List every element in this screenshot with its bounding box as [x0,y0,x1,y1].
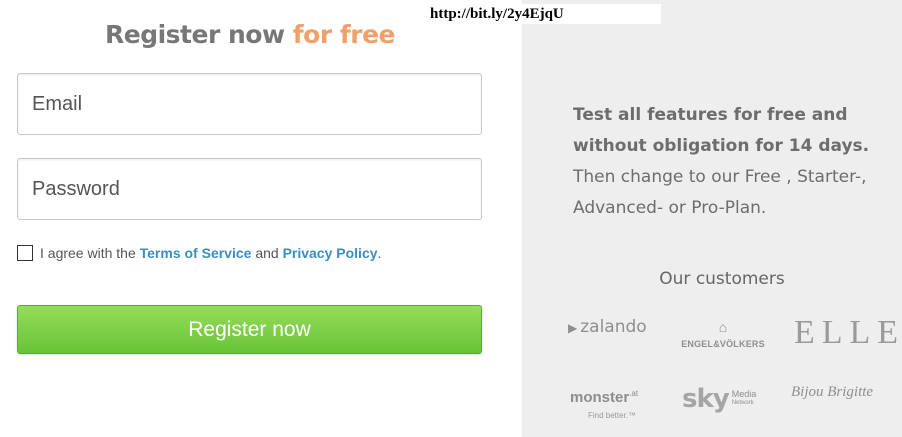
terms-of-service-link[interactable]: Terms of Service [140,245,252,261]
promo-line-4: Advanced- or Pro-Plan. [573,198,767,218]
monster-suffix: .at [629,389,639,398]
sky-logo-text: sky [682,384,730,414]
sky-media-logo: sky Media Network [682,384,756,414]
zalando-flag-icon: ▶ [568,321,578,335]
promo-line-2: without obligation for 14 days. [573,136,870,156]
register-now-button[interactable]: Register now [17,305,482,354]
agree-prefix: I agree with the [40,245,136,261]
sky-media-label: Media Network [732,390,757,408]
house-icon: ⌂ [718,319,728,335]
customers-title: Our customers [659,269,785,289]
form-title: Register now for free [0,20,500,49]
privacy-policy-link[interactable]: Privacy Policy [283,245,378,261]
email-field[interactable] [17,73,482,135]
sky-network-text: Network [731,400,754,406]
elle-logo: ELLE [794,314,902,351]
zalando-logo: ▶ zalando [568,317,647,337]
promo-panel-top-right [661,0,902,24]
promo-text: Test all features for free and without o… [573,100,893,224]
title-accent: for free [292,20,396,49]
monster-logo: monster.at Find better.™ [570,386,638,423]
title-main: Register now [105,20,285,49]
engel-voelkers-logo: ⌂ ENGEL&VÖLKERS [680,320,766,352]
monster-tagline: Find better.™ [588,411,637,420]
zalando-logo-text: zalando [580,317,647,337]
password-field[interactable] [17,158,482,220]
terms-checkbox[interactable] [17,245,33,261]
bijou-brigitte-logo: Bijou Brigitte [791,384,874,400]
terms-agreement: I agree with the Terms of Service and Pr… [17,245,381,261]
sky-media-text: Media [731,389,757,399]
terms-agreement-text: I agree with the Terms of Service and Pr… [40,245,381,261]
promo-panel: Test all features for free and without o… [522,24,902,437]
promo-line-3: Then change to our Free , Starter-, [573,167,867,187]
promo-line-1: Test all features for free and [573,105,848,125]
registration-form: Register now for free I agree with the T… [0,0,522,437]
monster-logo-text: monster.at [570,386,638,405]
agree-suffix: . [377,245,382,261]
engel-voelkers-text: ENGEL&VÖLKERS [681,339,765,349]
agree-and: and [255,245,279,261]
monster-name: monster [570,389,630,406]
